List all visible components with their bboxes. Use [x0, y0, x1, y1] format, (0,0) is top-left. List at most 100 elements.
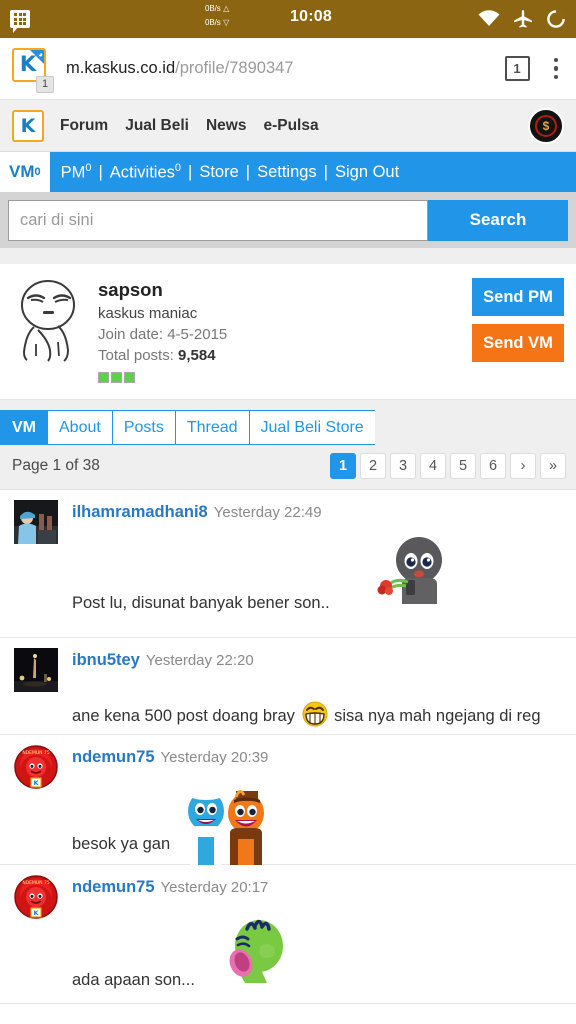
member-link-store[interactable]: Store	[199, 163, 238, 182]
member-link-sign-out[interactable]: Sign Out	[335, 163, 399, 182]
separator-3: |	[245, 162, 251, 181]
post-timestamp: Yesterday 20:17	[160, 879, 269, 897]
post-text: ada apaan son...	[72, 971, 195, 990]
search-input[interactable]: cari di sini	[8, 199, 428, 241]
page-next-button[interactable]: ›	[510, 453, 536, 480]
pagination-row: Page 1 of 38 1 2 3 4 5 6 › »	[0, 445, 576, 491]
profile-tabs-container: VM About Posts Thread Jual Beli Store	[0, 400, 576, 446]
page-button-5[interactable]: 5	[450, 453, 476, 480]
separator-2: |	[188, 162, 193, 181]
browser-toolbar: K ◕ 1 m.kaskus.co.id/profile/7890347 1	[0, 38, 576, 100]
tab-counter-button[interactable]: 1	[504, 56, 530, 81]
status-clock: 10:08	[290, 8, 332, 25]
post-body: ada apaan son...	[72, 919, 564, 993]
nav-link-jual-beli[interactable]: Jual Beli	[125, 117, 189, 135]
svg-text:NDEMUN 75: NDEMUN 75	[22, 880, 50, 886]
tab-posts[interactable]: Posts	[111, 410, 175, 446]
emoticon-yellow-grinning-face	[302, 701, 328, 735]
url-path: /profile/7890347	[175, 59, 294, 77]
favicon-badge: 1	[36, 75, 54, 93]
page-last-button[interactable]: »	[540, 453, 566, 480]
post-username[interactable]: ndemun75	[72, 878, 155, 896]
nav-link-e-pulsa[interactable]: e-Pulsa	[263, 117, 318, 135]
profile-username: sapson	[98, 279, 163, 300]
member-tab-vm-count: 0	[34, 166, 41, 178]
emoticon-grey-character-with-flower	[372, 534, 450, 620]
url-host: m.kaskus.co.id	[66, 59, 176, 77]
post-username[interactable]: ndemun75	[72, 748, 155, 766]
tab-thread[interactable]: Thread	[174, 410, 249, 446]
net-down-arrow: ▽	[223, 17, 230, 27]
section-spacer	[0, 248, 576, 264]
member-link-settings[interactable]: Settings	[257, 163, 317, 182]
member-tab-vm[interactable]: VM 0	[0, 152, 50, 192]
logo-letter: K	[20, 114, 36, 137]
profile-join-date: Join date: 4-5-2015	[98, 326, 228, 344]
tab-jual-beli-store[interactable]: Jual Beli Store	[248, 410, 375, 446]
page-label: Page 1 of 38	[12, 457, 100, 475]
tab-vm[interactable]: VM	[0, 410, 47, 446]
profile-avatar	[14, 278, 86, 364]
post-body: Post lu, disunat banyak bener son..	[72, 537, 564, 616]
status-notifications	[10, 10, 30, 33]
network-speed-indicator: 0B/s △ 0B/s ▽	[205, 2, 229, 30]
rss-icon: ◕	[38, 49, 43, 59]
post-username[interactable]: ibnu5tey	[72, 651, 140, 669]
post-username[interactable]: ilhamramadhani8	[72, 503, 208, 521]
vm-post: NDEMUN 75 K ndemun75 Yesterday 20:17 ada …	[0, 865, 576, 1005]
member-link-activities[interactable]: Activities0	[110, 162, 181, 183]
post-avatar[interactable]	[14, 500, 58, 545]
page-button-4[interactable]: 4	[420, 453, 446, 480]
tab-about[interactable]: About	[47, 410, 112, 446]
emoticon-green-shouting-head	[217, 913, 297, 1001]
android-status-bar: 0B/s △ 0B/s ▽ 10:08	[0, 0, 576, 38]
profile-tabs: VM About Posts Thread Jual Beli Store	[0, 410, 576, 446]
page-button-6[interactable]: 6	[480, 453, 506, 480]
pagination-controls: 1 2 3 4 5 6 › »	[330, 453, 566, 480]
tabs-filler	[375, 410, 576, 445]
search-button[interactable]: Search	[428, 199, 568, 241]
bbm-icon	[10, 10, 30, 33]
page-button-3[interactable]: 3	[390, 453, 416, 480]
kaskus-logo-icon[interactable]: K	[12, 109, 44, 142]
post-avatar[interactable]: NDEMUN 75 K	[14, 875, 58, 919]
page-button-2[interactable]: 2	[360, 453, 386, 480]
nav-link-forum[interactable]: Forum	[60, 117, 108, 135]
nav-link-news[interactable]: News	[206, 117, 247, 135]
avatar-glyph: $	[542, 118, 550, 133]
profile-card: sapson kaskus maniac Join date: 4-5-2015…	[0, 264, 576, 401]
net-down-value: 0B/s	[205, 17, 221, 27]
post-body: ane kena 500 post doang bray sisa nya ma…	[72, 701, 564, 735]
net-up-value: 0B/s	[205, 4, 221, 13]
send-vm-button[interactable]: Send VM	[472, 324, 564, 362]
post-timestamp: Yesterday 22:20	[145, 652, 254, 670]
emoticon-blue-orange-couple	[180, 781, 272, 875]
post-timestamp: Yesterday 22:49	[213, 504, 322, 522]
post-text: besok ya gan	[72, 835, 171, 854]
member-link-pm[interactable]: PM0	[61, 162, 92, 183]
post-text-after: sisa nya mah ngejang di reg	[334, 707, 541, 726]
reputation-bars	[98, 372, 472, 384]
send-pm-button[interactable]: Send PM	[472, 278, 564, 316]
member-links: PM0 | Activities0 | Store | Settings | S…	[50, 152, 400, 192]
post-avatar[interactable]: NDEMUN 75 K	[14, 745, 58, 789]
wifi-icon	[478, 10, 500, 27]
page-button-1[interactable]: 1	[330, 453, 356, 480]
user-avatar[interactable]: $	[528, 107, 564, 144]
post-timestamp: Yesterday 20:39	[160, 749, 269, 767]
url-bar[interactable]: m.kaskus.co.id/profile/7890347	[66, 59, 505, 78]
post-avatar[interactable]	[14, 648, 58, 693]
vm-post: ilhamramadhani8 Yesterday 22:49 Post lu, …	[0, 490, 576, 639]
vm-post: NDEMUN 75 K ndemun75 Yesterday 20:39 beso…	[0, 735, 576, 866]
search-row: cari di sini Search	[0, 192, 576, 248]
post-text-before: ane kena 500 post doang bray	[72, 707, 295, 726]
separator-4: |	[323, 162, 328, 181]
profile-total-posts: Total posts: 9,584	[98, 347, 216, 365]
vm-post: ibnu5tey Yesterday 22:20 ane kena 500 pos…	[0, 638, 576, 736]
kebab-menu-icon[interactable]	[550, 54, 563, 84]
member-tab-vm-label: VM	[9, 162, 35, 181]
site-favicon: K ◕ 1	[12, 47, 54, 93]
post-body: besok ya gan	[72, 790, 564, 866]
net-up-arrow: △	[223, 4, 230, 13]
airplane-mode-icon	[513, 9, 533, 29]
